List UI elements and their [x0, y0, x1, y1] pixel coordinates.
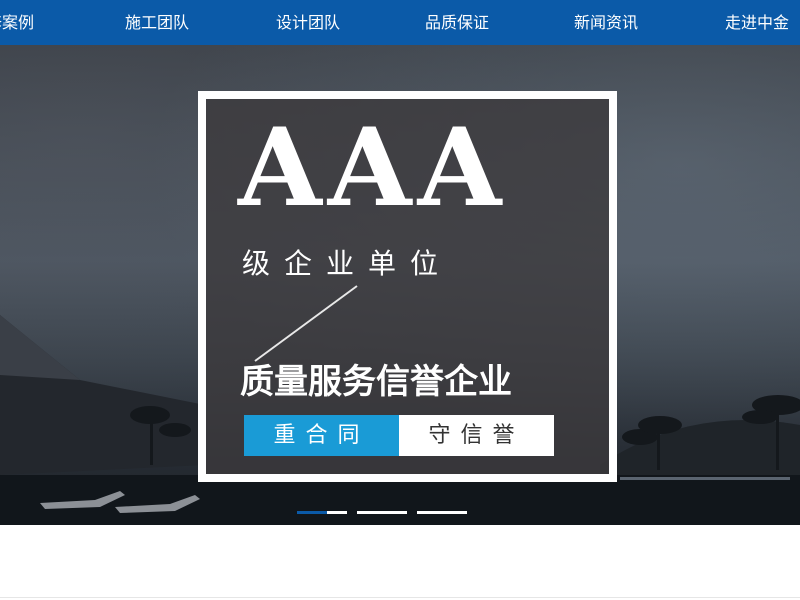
badge-contract: 重合同	[244, 415, 399, 456]
slide-indicator-2[interactable]	[357, 511, 407, 514]
badge-credit: 守信誉	[399, 415, 554, 456]
slide-indicator-1[interactable]	[297, 511, 347, 514]
section-divider	[0, 597, 800, 598]
slide-indicator-3[interactable]	[417, 511, 467, 514]
diagonal-line	[254, 285, 358, 362]
tagline: 质量服务信誉企业	[240, 362, 512, 402]
